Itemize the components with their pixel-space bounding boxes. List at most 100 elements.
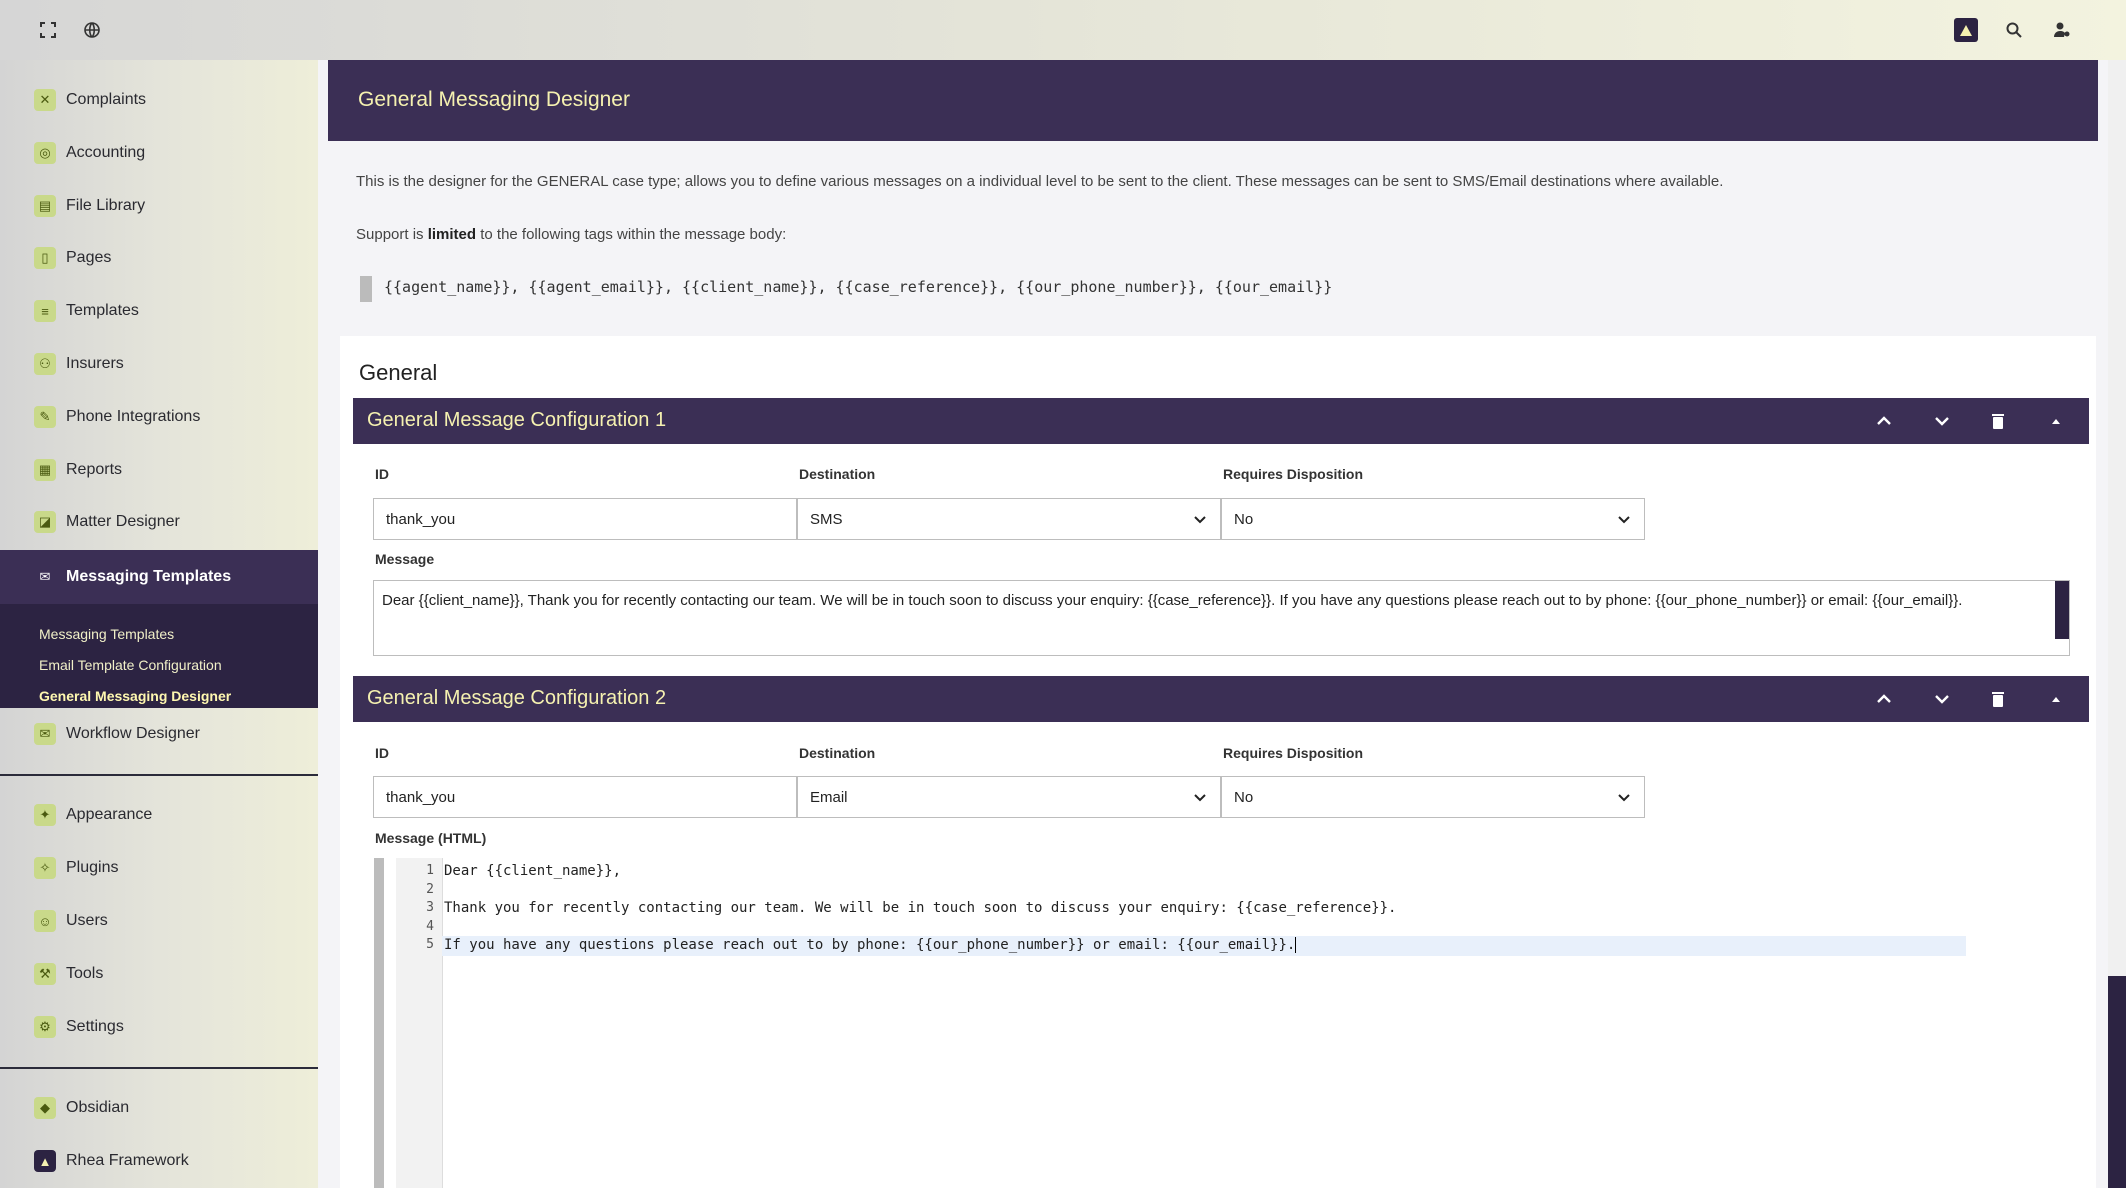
id-input[interactable]: thank_you — [373, 498, 797, 540]
code-line-text: If you have any questions please reach o… — [444, 937, 1296, 953]
chevron-down-icon — [1194, 516, 1206, 524]
sidebar-item-plugins[interactable]: ✧ Plugins — [0, 842, 318, 894]
move-up-icon[interactable] — [1873, 688, 1895, 710]
line-number: 1 — [426, 863, 434, 878]
chevron-down-icon — [1194, 794, 1206, 802]
config-2-title: General Message Configuration 2 — [367, 687, 667, 709]
search-icon[interactable] — [2002, 18, 2026, 42]
sidebar-divider — [0, 1067, 318, 1069]
sidebar-item-users[interactable]: ☺ Users — [0, 895, 318, 947]
tools-icon: ⚒ — [34, 963, 56, 985]
sidebar-item-obsidian[interactable]: ◆ Obsidian — [0, 1082, 318, 1134]
section-title: General — [359, 360, 438, 385]
delete-icon[interactable] — [1987, 410, 2009, 432]
sidebar-item-rhea-framework[interactable]: ▲ Rhea Framework — [0, 1135, 318, 1187]
sidebar-item-matter-designer[interactable]: ◪ Matter Designer — [0, 496, 318, 548]
pages-icon: ▯ — [34, 247, 56, 269]
html-code-editor[interactable]: 1 2 3 4 5 Dear {{client_name}}, Thank yo… — [374, 858, 2074, 1188]
message-label: Message — [375, 551, 435, 567]
page-scrollbar-track[interactable] — [2108, 60, 2126, 976]
sidebar-item-label: Accounting — [66, 144, 146, 161]
submenu-email-template-configuration[interactable]: Email Template Configuration — [39, 657, 222, 673]
globe-icon[interactable] — [80, 18, 104, 42]
page-header: General Messaging Designer — [328, 60, 2098, 141]
sidebar-item-pages[interactable]: ▯ Pages — [0, 232, 318, 284]
requires-disposition-select[interactable]: No — [1221, 498, 1645, 540]
sidebar-item-label: Settings — [66, 1018, 124, 1035]
logo-icon[interactable] — [1954, 18, 1978, 42]
message-textarea[interactable]: Dear {{client_name}}, Thank you for rece… — [373, 580, 2070, 656]
mail-icon: ✉ — [34, 723, 56, 745]
sidebar-item-label: Messaging Templates — [66, 568, 232, 585]
collapse-icon[interactable] — [2045, 410, 2067, 432]
move-down-icon[interactable] — [1931, 410, 1953, 432]
collapse-icon[interactable] — [2045, 688, 2067, 710]
accounting-icon: ◎ — [34, 142, 56, 164]
chevron-down-icon — [1618, 794, 1630, 802]
destination-label: Destination — [799, 466, 876, 482]
destination-select[interactable]: Email — [797, 776, 1221, 818]
sidebar-divider — [0, 774, 318, 776]
fullscreen-icon[interactable] — [36, 18, 60, 42]
sidebar-item-phone-integrations[interactable]: ✎ Phone Integrations — [0, 391, 318, 443]
destination-select[interactable]: SMS — [797, 498, 1221, 540]
sidebar-item-accounting[interactable]: ◎ Accounting — [0, 127, 318, 179]
requires-disposition-label: Requires Disposition — [1223, 745, 1364, 761]
sidebar-item-appearance[interactable]: ✦ Appearance — [0, 789, 318, 841]
sidebar-item-label: Workflow Designer — [66, 725, 200, 742]
text-cursor — [1295, 937, 1297, 953]
sidebar-item-templates[interactable]: ≡ Templates — [0, 285, 318, 337]
appearance-icon: ✦ — [34, 804, 56, 826]
sidebar-item-insurers[interactable]: ⚇ Insurers — [0, 338, 318, 390]
sidebar-item-label: Templates — [66, 302, 139, 319]
top-bar — [0, 0, 2126, 60]
id-input[interactable]: thank_you — [373, 776, 797, 818]
support-prefix: Support is — [356, 226, 428, 243]
page-scrollbar-thumb[interactable] — [2108, 976, 2126, 1188]
sidebar-item-tools[interactable]: ⚒ Tools — [0, 948, 318, 1000]
intro-text: This is the designer for the GENERAL cas… — [356, 173, 1724, 190]
sidebar-item-label: Tools — [66, 965, 104, 982]
id-label: ID — [375, 745, 389, 761]
mail-icon: ✉ — [39, 569, 51, 584]
move-down-icon[interactable] — [1931, 688, 1953, 710]
support-bold: limited — [427, 226, 477, 243]
move-up-icon[interactable] — [1873, 410, 1895, 432]
editor-gutter-bar — [374, 858, 384, 1188]
file-library-icon: ▤ — [34, 195, 56, 217]
sidebar-item-label: Obsidian — [66, 1099, 130, 1116]
support-suffix: to the following tags within the message… — [476, 226, 787, 243]
line-number: 3 — [426, 900, 434, 915]
messaging-submenu: Messaging Templates Email Template Confi… — [0, 604, 318, 708]
requires-disposition-label: Requires Disposition — [1223, 466, 1364, 482]
chevron-down-icon — [1618, 516, 1630, 524]
requires-disposition-value: No — [1234, 510, 1254, 528]
submenu-general-messaging-designer[interactable]: General Messaging Designer — [39, 688, 231, 704]
sidebar-item-messaging-templates[interactable]: ✉ Messaging Templates — [0, 550, 318, 604]
requires-disposition-select[interactable]: No — [1221, 776, 1645, 818]
sidebar-item-reports[interactable]: ▦ Reports — [0, 444, 318, 496]
sidebar-item-settings[interactable]: ⚙ Settings — [0, 1001, 318, 1053]
textarea-scrollbar[interactable] — [2055, 581, 2069, 639]
sidebar-item-complaints[interactable]: ✕ Complaints — [0, 74, 318, 126]
line-number: 5 — [426, 937, 434, 952]
sidebar-item-workflow-designer[interactable]: ✉ Workflow Designer — [0, 708, 318, 760]
id-input-value: thank_you — [386, 510, 456, 528]
submenu-messaging-templates[interactable]: Messaging Templates — [39, 626, 174, 642]
sidebar: ✕ Complaints ◎ Accounting ▤ File Library… — [0, 60, 320, 1188]
id-input-value: thank_you — [386, 788, 456, 806]
rhea-icon: ▲ — [34, 1150, 56, 1172]
requires-disposition-value: No — [1234, 788, 1254, 806]
user-settings-icon[interactable] — [2050, 18, 2074, 42]
sidebar-item-file-library[interactable]: ▤ File Library — [0, 180, 318, 232]
sidebar-item-label: Insurers — [66, 355, 124, 372]
destination-label: Destination — [799, 745, 876, 761]
sidebar-item-label: Pages — [66, 249, 112, 266]
sidebar-item-label: Users — [66, 912, 108, 929]
complaint-icon: ✕ — [34, 89, 56, 111]
reports-icon: ▦ — [34, 459, 56, 481]
delete-icon[interactable] — [1987, 688, 2009, 710]
support-text: Support is limited to the following tags… — [356, 226, 786, 243]
config-1-title: General Message Configuration 1 — [367, 409, 667, 431]
sidebar-item-label: Phone Integrations — [66, 408, 201, 425]
